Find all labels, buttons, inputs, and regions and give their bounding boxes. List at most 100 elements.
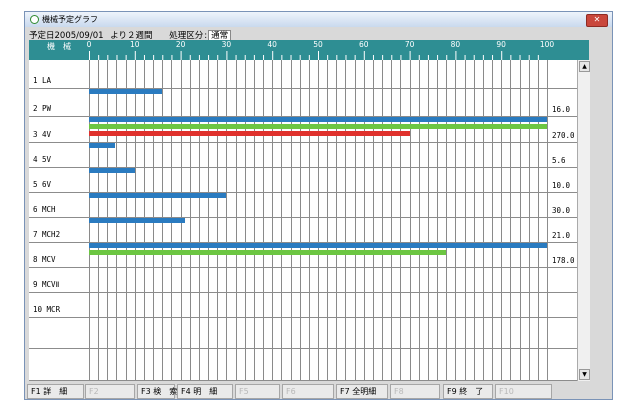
machine-schedule-grid: 機 械 0 10 20 30 40 50 60 70 80 90 100 1 LA 2 PW 3 4V 4…	[29, 40, 590, 381]
grid-line	[363, 293, 365, 317]
grid-line	[354, 293, 356, 317]
grid-line	[455, 268, 457, 292]
grid-line	[327, 268, 329, 292]
grid-line	[519, 318, 521, 348]
grid-line	[226, 168, 228, 192]
machine-row[interactable]: 8 MCV	[29, 243, 548, 268]
grid-line	[437, 193, 439, 217]
grid-line	[519, 268, 521, 292]
grid-line	[189, 349, 191, 380]
grid-line	[226, 193, 228, 217]
grid-line	[345, 318, 347, 348]
green-load-bar	[89, 124, 547, 129]
function-key-f6[interactable]: F6	[282, 384, 334, 399]
grid-line	[501, 193, 503, 217]
grid-line	[235, 218, 237, 242]
grid-line	[446, 193, 448, 217]
function-key-f1[interactable]: F1 詳 細	[27, 384, 84, 399]
machine-row[interactable]: 4 5V	[29, 143, 548, 168]
grid-line	[235, 168, 237, 192]
scroll-up-icon[interactable]: ▲	[579, 61, 590, 72]
grid-line	[253, 143, 255, 167]
grid-line	[308, 218, 310, 242]
function-key-f10[interactable]: F10	[495, 384, 552, 399]
grid-line	[537, 268, 539, 292]
value-column: 16.0 270.0 5.6 10.0 30.0 21.0 178.0	[547, 60, 578, 381]
machine-row[interactable]: 7 MCH2	[29, 218, 548, 243]
grid-line	[519, 168, 521, 192]
grid-line	[217, 168, 219, 192]
grid-line	[446, 60, 448, 88]
machine-row[interactable]: 1 LA	[29, 60, 548, 89]
function-key-f4[interactable]: F4 明 細	[177, 384, 233, 399]
function-key-f8[interactable]: F8	[390, 384, 440, 399]
grid-line	[482, 349, 484, 380]
grid-line	[455, 168, 457, 192]
vertical-scrollbar[interactable]: ▲ ▼	[577, 60, 590, 381]
grid-line	[217, 349, 219, 380]
grid-line	[336, 143, 338, 167]
grid-line	[235, 293, 237, 317]
grid-line	[372, 168, 374, 192]
grid-line	[263, 218, 265, 242]
machine-row[interactable]: 10 MCR	[29, 293, 548, 318]
function-key-f3[interactable]: F3 検 索	[137, 384, 177, 399]
grid-line	[501, 268, 503, 292]
grid-line	[455, 293, 457, 317]
grid-line	[134, 268, 136, 292]
grid-line	[418, 168, 420, 192]
grid-line	[372, 349, 374, 380]
grid-line	[116, 268, 118, 292]
grid-line	[299, 293, 301, 317]
grid-line	[409, 89, 411, 116]
grid-line	[501, 143, 503, 167]
machine-row[interactable]: 6 MCH	[29, 193, 548, 218]
grid-line	[418, 218, 420, 242]
function-key-f2[interactable]: F2	[85, 384, 135, 399]
grid-line	[281, 193, 283, 217]
value-separator	[548, 142, 578, 143]
function-key-f7[interactable]: F7 全明細	[336, 384, 388, 399]
function-key-f9[interactable]: F9 終 了	[443, 384, 493, 399]
grid-line	[437, 89, 439, 116]
machine-row[interactable]: 9 MCVⅡ	[29, 268, 548, 293]
scroll-down-icon[interactable]: ▼	[579, 369, 590, 380]
grid-line	[391, 268, 393, 292]
grid-line	[427, 143, 429, 167]
grid-line	[318, 60, 319, 88]
grid-line	[363, 268, 365, 292]
grid-line	[125, 349, 127, 380]
grid-line	[162, 318, 164, 348]
machine-row[interactable]: 5 6V	[29, 168, 548, 193]
function-key-f5[interactable]: F5	[235, 384, 280, 399]
machine-row[interactable]	[29, 349, 548, 381]
grid-line	[89, 293, 90, 317]
grid-line	[336, 193, 338, 217]
grid-line	[318, 193, 319, 217]
grid-line	[107, 318, 109, 348]
grid-line	[345, 143, 347, 167]
close-button[interactable]: ✕	[586, 14, 608, 27]
machine-row[interactable]: 2 PW	[29, 89, 548, 117]
grid-line	[189, 218, 191, 242]
grid-line	[464, 218, 466, 242]
grid-line	[382, 293, 384, 317]
grid-line	[473, 60, 475, 88]
grid-line	[354, 349, 356, 380]
grid-line	[363, 168, 365, 192]
grid-line	[153, 318, 155, 348]
machine-row[interactable]: 3 4V	[29, 117, 548, 143]
grid-line	[263, 143, 265, 167]
grid-line	[208, 268, 210, 292]
grid-line	[391, 349, 393, 380]
machine-row[interactable]	[29, 318, 548, 349]
grid-line	[253, 218, 255, 242]
grid-line	[208, 143, 210, 167]
grid-line	[363, 193, 365, 217]
grid-line	[537, 143, 539, 167]
grid-line	[244, 268, 246, 292]
grid-line	[134, 60, 136, 88]
grid-line	[382, 89, 384, 116]
grid-line	[208, 318, 210, 348]
grid-line	[427, 218, 429, 242]
